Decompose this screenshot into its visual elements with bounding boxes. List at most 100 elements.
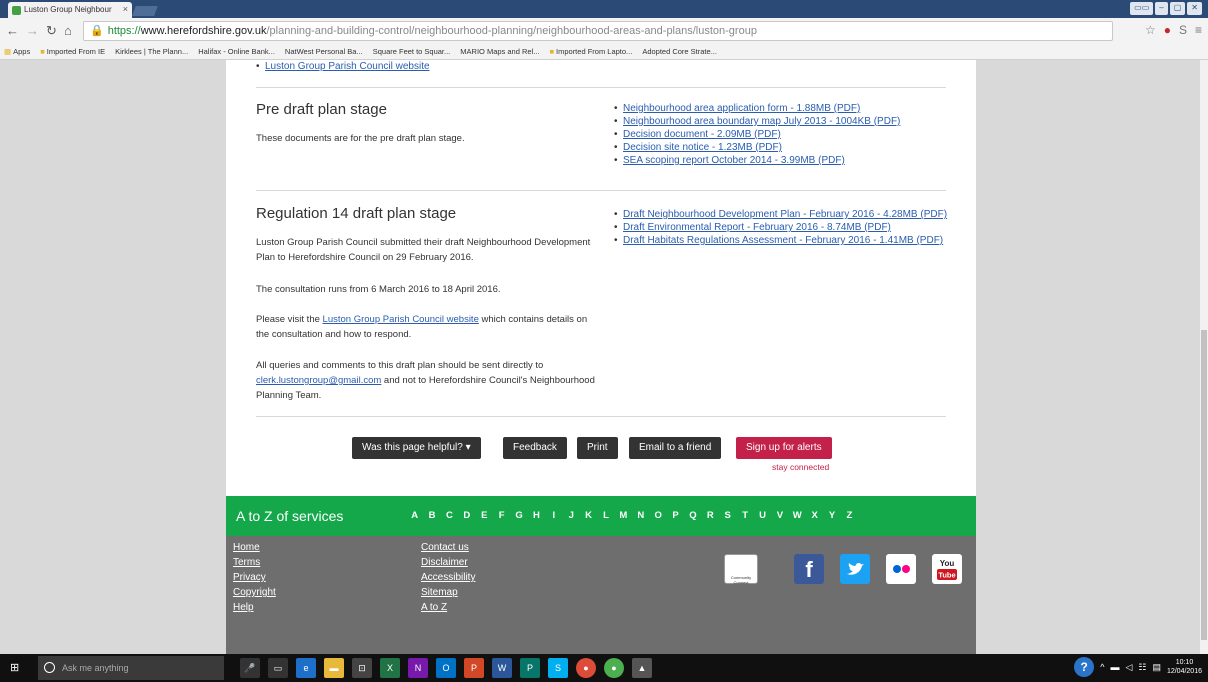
help-icon[interactable]: ? [1074, 657, 1095, 677]
page-helpful-button[interactable]: Was this page helpful? ▾ [352, 437, 481, 459]
outlook-icon[interactable]: O [436, 658, 456, 678]
a-to-z-letter-r[interactable]: R [702, 510, 719, 521]
excel-icon[interactable]: X [380, 658, 400, 678]
bookmark-item[interactable]: Kirklees | The Plann... [115, 44, 188, 59]
document-link[interactable]: Decision site notice - 1.23MB (PDF) [623, 142, 782, 153]
close-window-icon[interactable]: ✕ [1187, 2, 1202, 15]
a-to-z-letter-u[interactable]: U [754, 510, 771, 521]
bookmark-item[interactable]: Halifax - Online Bank... [198, 44, 275, 59]
a-to-z-letter-c[interactable]: C [441, 510, 458, 521]
back-icon[interactable]: ← [6, 23, 19, 38]
a-to-z-letter-t[interactable]: T [736, 510, 753, 521]
footer-link-disclaimer[interactable]: Disclaimer [421, 555, 475, 570]
twitter-icon[interactable] [840, 554, 870, 584]
footer-link-accessibility[interactable]: Accessibility [421, 570, 475, 585]
url-input[interactable]: 🔒 https://www.herefordshire.gov.uk/planni… [83, 21, 1113, 41]
footer-link-help[interactable]: Help [233, 600, 276, 615]
print-button[interactable]: Print [577, 437, 618, 459]
forward-icon[interactable]: → [26, 23, 39, 38]
a-to-z-letter-f[interactable]: F [493, 510, 510, 521]
flickr-icon[interactable] [886, 554, 916, 584]
a-to-z-letter-o[interactable]: O [649, 510, 666, 521]
maximize-icon[interactable]: ▢ [1169, 2, 1186, 15]
a-to-z-letter-g[interactable]: G [510, 510, 527, 521]
a-to-z-letter-d[interactable]: D [458, 510, 475, 521]
bookmark-star-icon[interactable]: ☆ [1145, 23, 1156, 37]
email-friend-button[interactable]: Email to a friend [629, 437, 722, 459]
a-to-z-letter-q[interactable]: Q [684, 510, 701, 521]
task-view-icon[interactable]: ▭ [268, 658, 288, 678]
new-tab-button[interactable] [132, 6, 158, 16]
community-connect-icon[interactable]: Community Connect [724, 554, 758, 585]
a-to-z-letter-s[interactable]: S [719, 510, 736, 521]
a-to-z-letter-v[interactable]: V [771, 510, 788, 521]
chrome-icon[interactable]: ● [576, 658, 596, 678]
document-link[interactable]: Neighbourhood area boundary map July 201… [623, 116, 900, 127]
bookmark-item[interactable]: Square Feet to Squar... [373, 44, 451, 59]
a-to-z-letter-p[interactable]: P [667, 510, 684, 521]
home-icon[interactable]: ⌂ [64, 23, 72, 38]
feedback-button[interactable]: Feedback [503, 437, 567, 459]
taskbar-clock[interactable]: 10:10 12/04/2016 [1167, 658, 1202, 676]
parish-council-link[interactable]: Luston Group Parish Council website [265, 61, 430, 72]
volume-icon[interactable]: ◁ [1125, 662, 1132, 673]
footer-link-copyright[interactable]: Copyright [233, 585, 276, 600]
reload-icon[interactable]: ↻ [46, 23, 57, 39]
publisher-icon[interactable]: P [520, 658, 540, 678]
windows-start-icon[interactable]: ⊞ [10, 662, 22, 674]
a-to-z-letter-b[interactable]: B [423, 510, 440, 521]
bookmark-item[interactable]: ■ Imported From Lapto... [549, 44, 632, 59]
word-icon[interactable]: W [492, 658, 512, 678]
footer-link-privacy[interactable]: Privacy [233, 570, 276, 585]
store-icon[interactable]: ⊡ [352, 658, 372, 678]
document-link[interactable]: Draft Neighbourhood Development Plan - F… [623, 209, 947, 220]
clerk-email-link[interactable]: clerk.lustongroup@gmail.com [256, 375, 381, 386]
document-link[interactable]: SEA scoping report October 2014 - 3.99MB… [623, 155, 845, 166]
facebook-icon[interactable]: f [794, 554, 824, 584]
a-to-z-letter-h[interactable]: H [528, 510, 545, 521]
a-to-z-letter-y[interactable]: Y [823, 510, 840, 521]
a-to-z-letter-n[interactable]: N [632, 510, 649, 521]
a-to-z-letter-k[interactable]: K [580, 510, 597, 521]
menu-icon[interactable]: ≡ [1195, 23, 1202, 37]
footer-link-sitemap[interactable]: Sitemap [421, 585, 475, 600]
chrome-alt-icon[interactable]: ● [604, 658, 624, 678]
footer-link-contact[interactable]: Contact us [421, 540, 475, 555]
a-to-z-letter-a[interactable]: A [406, 510, 423, 521]
tab-close-icon[interactable]: × [123, 4, 128, 14]
bookmark-item[interactable]: MARIO Maps and Rel... [460, 44, 539, 59]
extension-s-icon[interactable]: S [1179, 23, 1187, 37]
a-to-z-letter-w[interactable]: W [789, 510, 806, 521]
taskbar-search[interactable]: Ask me anything [38, 656, 224, 680]
footer-link-terms[interactable]: Terms [233, 555, 276, 570]
bookmark-item[interactable]: NatWest Personal Ba... [285, 44, 363, 59]
parish-council-link[interactable]: Luston Group Parish Council website [323, 314, 479, 325]
sign-up-alerts-button[interactable]: Sign up for alerts [736, 437, 832, 459]
user-badge[interactable]: ▭▭ [1130, 2, 1154, 15]
a-to-z-letter-m[interactable]: M [615, 510, 632, 521]
footer-link-a-to-z[interactable]: A to Z [421, 600, 475, 615]
network-icon[interactable]: ☷ [1138, 662, 1146, 673]
onenote-icon[interactable]: N [408, 658, 428, 678]
file-explorer-icon[interactable]: ▬ [324, 658, 344, 678]
extension-opera-icon[interactable]: ● [1164, 23, 1171, 37]
edge-icon[interactable]: e [296, 658, 316, 678]
skype-icon[interactable]: S [548, 658, 568, 678]
powerpoint-icon[interactable]: P [464, 658, 484, 678]
bookmark-item[interactable]: ■ Imported From IE [40, 44, 105, 59]
notifications-icon[interactable]: ▤ [1152, 662, 1161, 673]
document-link[interactable]: Draft Habitats Regulations Assessment - … [623, 235, 943, 246]
a-to-z-letter-e[interactable]: E [476, 510, 493, 521]
document-link[interactable]: Neighbourhood area application form - 1.… [623, 103, 860, 114]
youtube-icon[interactable]: You Tube [932, 554, 962, 584]
a-to-z-letter-z[interactable]: Z [841, 510, 858, 521]
bookmark-item[interactable]: ▦ Apps [4, 44, 30, 59]
a-to-z-letter-j[interactable]: J [563, 510, 580, 521]
microphone-icon[interactable]: 🎤 [240, 658, 260, 678]
browser-tab[interactable]: Luston Group Neighbour × [8, 2, 132, 18]
photos-icon[interactable]: ▲ [632, 658, 652, 678]
minimize-icon[interactable]: – [1155, 2, 1168, 15]
a-to-z-letter-i[interactable]: I [545, 510, 562, 521]
document-link[interactable]: Decision document - 2.09MB (PDF) [623, 129, 781, 140]
a-to-z-letter-x[interactable]: X [806, 510, 823, 521]
